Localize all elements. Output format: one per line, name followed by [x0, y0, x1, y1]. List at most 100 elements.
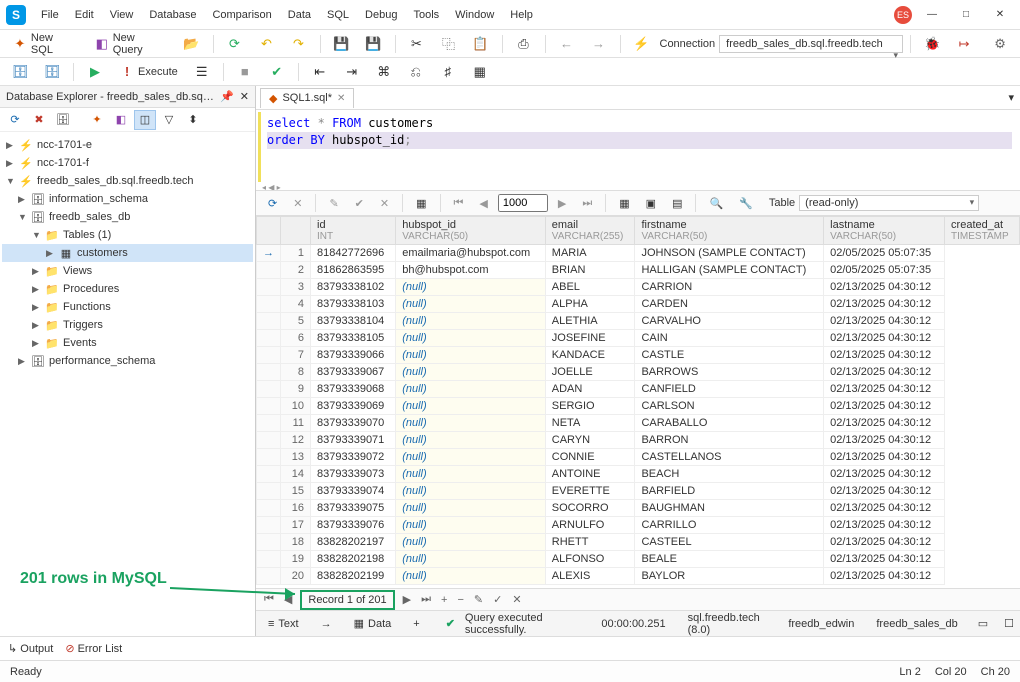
- list-button[interactable]: ☰: [188, 61, 216, 83]
- grid-search-button[interactable]: 🔍: [703, 194, 729, 213]
- debug-start-button[interactable]: 🐞: [918, 33, 946, 55]
- add-tab[interactable]: +: [407, 616, 425, 632]
- text-tab[interactable]: ≡Text: [262, 616, 305, 632]
- output-tab[interactable]: ↳ Output: [8, 642, 53, 655]
- table-mode-combo[interactable]: (read-only): [799, 195, 979, 211]
- table-row[interactable]: 1183793339070(null)NETACARABALLO02/13/20…: [257, 415, 1020, 432]
- tree-events-folder[interactable]: ▶📁Events: [2, 334, 253, 352]
- tree-info-schema[interactable]: ▶🗄information_schema: [2, 190, 253, 208]
- grid-last-button[interactable]: ⏭: [576, 194, 598, 213]
- table-row[interactable]: 1583793339074(null)EVERETTEBARFIELD02/13…: [257, 483, 1020, 500]
- print-button[interactable]: ⎙: [510, 33, 538, 55]
- menu-tools[interactable]: Tools: [406, 5, 446, 25]
- comment-button[interactable]: ⌘: [370, 61, 398, 83]
- menu-comparison[interactable]: Comparison: [205, 5, 278, 25]
- indent-out-button[interactable]: ⇤: [306, 61, 334, 83]
- tree-conn-freedb[interactable]: ▼⚡freedb_sales_db.sql.freedb.tech: [2, 172, 253, 190]
- col-id[interactable]: idINT: [311, 217, 396, 245]
- tree-sales-db[interactable]: ▼🗄freedb_sales_db: [2, 208, 253, 226]
- grid-apply-button[interactable]: ✔: [349, 194, 370, 213]
- editor-tab[interactable]: ◆ SQL1.sql* ✕: [260, 88, 354, 108]
- filter-db-button[interactable]: 🗄: [52, 110, 74, 130]
- grid-revert-button[interactable]: ✕: [374, 194, 395, 213]
- new-sql-button[interactable]: ✦New SQL: [6, 29, 84, 59]
- table-row[interactable]: 1883828202197(null)RHETTCASTEEL02/13/202…: [257, 534, 1020, 551]
- execute-button[interactable]: !Execute: [113, 61, 184, 83]
- refresh-button[interactable]: ⟳: [221, 33, 249, 55]
- tree-conn-ncc1[interactable]: ▶⚡ncc-1701-e: [2, 136, 253, 154]
- tree-procedures-folder[interactable]: ▶📁Procedures: [2, 280, 253, 298]
- new-sql-tree-button[interactable]: ✦: [86, 110, 108, 130]
- menu-database[interactable]: Database: [142, 5, 203, 25]
- collapse-button[interactable]: ⬍: [182, 110, 204, 130]
- stop-button[interactable]: ■: [231, 61, 259, 83]
- col-firstname[interactable]: firstnameVARCHAR(50): [635, 217, 824, 245]
- table-row[interactable]: 983793339068(null)ADANCANFIELD02/13/2025…: [257, 381, 1020, 398]
- new-query-tree-button[interactable]: ◧: [110, 110, 132, 130]
- table-row[interactable]: 383793338102(null)ABELCARRION02/13/2025 …: [257, 279, 1020, 296]
- tree-conn-ncc2[interactable]: ▶⚡ncc-1701-f: [2, 154, 253, 172]
- format-button[interactable]: ♯: [434, 61, 462, 83]
- db-import-button[interactable]: 🗄: [6, 61, 34, 83]
- col-created_at[interactable]: created_atTIMESTAMP: [945, 217, 1020, 245]
- close-tab-icon[interactable]: ✕: [337, 93, 345, 104]
- pin-icon[interactable]: 📌: [220, 90, 234, 103]
- save-button[interactable]: 💾: [328, 33, 356, 55]
- pivot-button[interactable]: ▦: [466, 61, 494, 83]
- db-export-button[interactable]: 🗄: [38, 61, 66, 83]
- undo-button[interactable]: ↶: [253, 33, 281, 55]
- table-row[interactable]: 1683793339075(null)SOCORROBAUGHMAN02/13/…: [257, 500, 1020, 517]
- table-row[interactable]: 1783793339076(null)ARNULFOCARRILLO02/13/…: [257, 517, 1020, 534]
- arrow-tab[interactable]: →: [315, 616, 338, 632]
- uncomment-button[interactable]: ⎌: [402, 61, 430, 83]
- cut-button[interactable]: ✂: [403, 33, 431, 55]
- table-row[interactable]: →181842772696emailmaria@hubspot.comMARIA…: [257, 245, 1020, 262]
- tree-views-folder[interactable]: ▶📁Views: [2, 262, 253, 280]
- paste-button[interactable]: 📋: [467, 33, 495, 55]
- table-row[interactable]: 1283793339071(null)CARYNBARRON02/13/2025…: [257, 432, 1020, 449]
- col-hubspot_id[interactable]: hubspot_idVARCHAR(50): [396, 217, 546, 245]
- table-row[interactable]: 483793338103(null)ALPHACARDEN02/13/2025 …: [257, 296, 1020, 313]
- menu-help[interactable]: Help: [503, 5, 540, 25]
- open-button[interactable]: 📂: [178, 33, 206, 55]
- rec-first-button[interactable]: ⏮: [262, 593, 276, 606]
- tree-customers-table[interactable]: ▶▦customers: [2, 244, 253, 262]
- tree-perf-schema[interactable]: ▶🗄performance_schema: [2, 352, 253, 370]
- refresh-tree-button[interactable]: ⟳: [4, 110, 26, 130]
- grid-refresh-button[interactable]: ⟳: [262, 194, 283, 213]
- minimize-button[interactable]: —: [918, 5, 946, 25]
- maximize-panel-icon[interactable]: ▭: [978, 617, 988, 630]
- menu-debug[interactable]: Debug: [358, 5, 404, 25]
- maximize-button[interactable]: □: [952, 5, 980, 25]
- table-row[interactable]: 683793338105(null)JOSEFINECAIN02/13/2025…: [257, 330, 1020, 347]
- table-row[interactable]: 883793339067(null)JOELLEBARROWS02/13/202…: [257, 364, 1020, 381]
- rec-add-button[interactable]: +: [439, 594, 449, 606]
- error-list-tab[interactable]: ⊘ Error List: [65, 642, 122, 655]
- rec-next-button[interactable]: ▶: [401, 593, 413, 606]
- grid-edit-button[interactable]: ✎: [323, 194, 344, 213]
- user-badge[interactable]: ES: [894, 6, 912, 24]
- table-row[interactable]: 1383793339072(null)CONNIECASTELLANOS02/1…: [257, 449, 1020, 466]
- rec-del-button[interactable]: −: [455, 594, 465, 606]
- connection-combo[interactable]: freedb_sales_db.sql.freedb.tech: [719, 35, 903, 53]
- page-size-input[interactable]: [498, 194, 548, 212]
- filter-button[interactable]: ▽: [158, 110, 180, 130]
- debug-step-button[interactable]: ↦: [950, 33, 978, 55]
- commit-button[interactable]: ✔: [263, 61, 291, 83]
- copy-button[interactable]: ⿻: [435, 33, 463, 55]
- menu-view[interactable]: View: [103, 5, 141, 25]
- grid-tool-button[interactable]: 🔧: [733, 194, 759, 213]
- grid-prev-button[interactable]: ◀: [473, 194, 493, 213]
- connect-button[interactable]: ⚡: [628, 33, 656, 55]
- tab-dropdown[interactable]: ▾: [1002, 88, 1020, 107]
- settings-button[interactable]: ⚙: [986, 33, 1014, 55]
- col-lastname[interactable]: lastnameVARCHAR(50): [824, 217, 945, 245]
- sidebar-close-icon[interactable]: ✕: [240, 90, 249, 103]
- close-button[interactable]: ✕: [986, 5, 1014, 25]
- nav-back-button[interactable]: ←: [553, 33, 581, 55]
- sql-editor[interactable]: select * FROM customers order BY hubspot…: [258, 112, 1018, 182]
- menu-edit[interactable]: Edit: [68, 5, 101, 25]
- menu-sql[interactable]: SQL: [320, 5, 356, 25]
- rec-last-button[interactable]: ⏭: [419, 593, 433, 606]
- tree-tables-folder[interactable]: ▼📁Tables (1): [2, 226, 253, 244]
